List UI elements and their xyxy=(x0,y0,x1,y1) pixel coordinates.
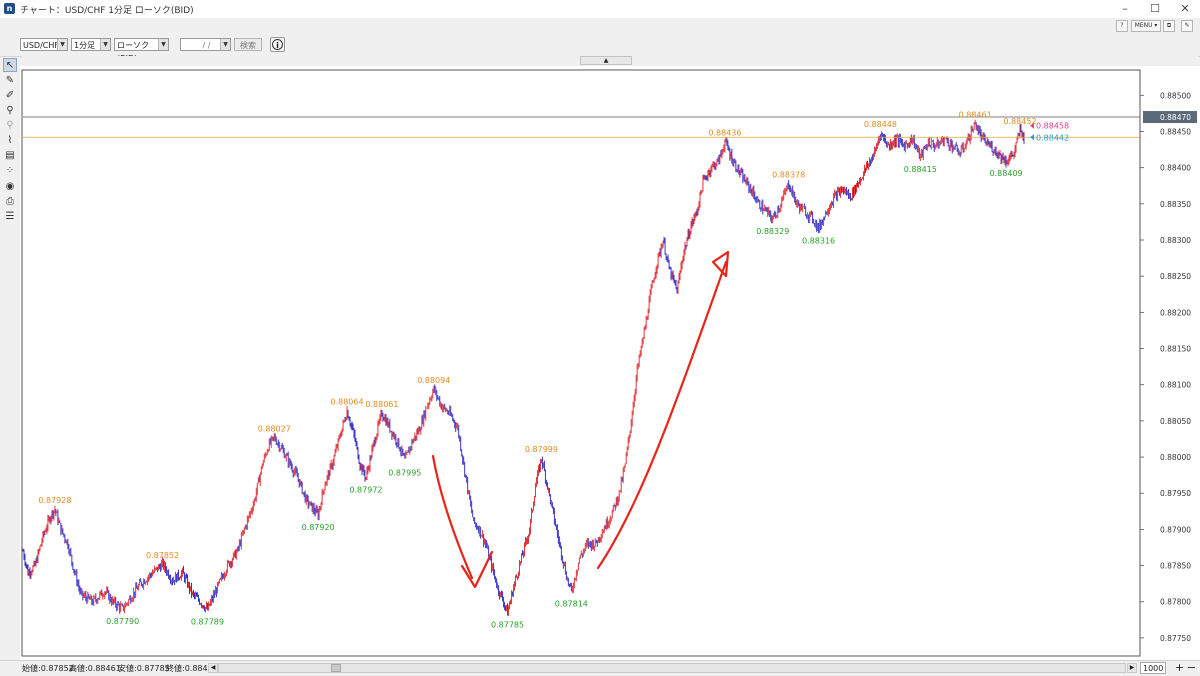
timeframe-select[interactable]: 1分足 ▼ xyxy=(71,38,111,51)
symbol-value: USD/CHF xyxy=(23,41,59,50)
high-label: 0.88094 xyxy=(417,376,450,385)
y-tick-label: 0.87800 xyxy=(1160,598,1191,607)
bid-price-label: 0.88442 xyxy=(1036,133,1069,142)
zoom-in-icon[interactable]: ⚲ xyxy=(3,104,17,118)
high-value: 高値:0.88461 xyxy=(69,664,121,673)
chevron-down-icon: ▼ xyxy=(220,39,230,50)
y-tick-label: 0.88100 xyxy=(1160,381,1191,390)
list-icon[interactable]: ☰ xyxy=(3,210,17,224)
search-button[interactable]: 検索 xyxy=(234,38,262,51)
y-tick-label: 0.87750 xyxy=(1160,634,1191,643)
y-tick-label: 0.87900 xyxy=(1160,525,1191,534)
y-tick-label: 0.88000 xyxy=(1160,453,1191,462)
high-label: 0.88448 xyxy=(864,120,897,129)
zoom-out-icon[interactable]: ⚲ xyxy=(3,119,17,133)
compare-icon[interactable]: ▤ xyxy=(3,149,17,163)
current-price-label: 0.88470 xyxy=(1160,113,1191,122)
y-tick-label: 0.87850 xyxy=(1160,562,1191,571)
menu-button[interactable]: MENU ▾ xyxy=(1131,20,1161,32)
low-label: 0.88329 xyxy=(756,227,789,236)
low-label: 0.87789 xyxy=(191,618,224,627)
help-button[interactable]: ? xyxy=(1116,20,1128,32)
high-label: 0.88461 xyxy=(959,111,992,120)
print-icon[interactable]: ⎙ xyxy=(3,195,17,209)
date-input[interactable]: / / ▼ xyxy=(180,38,231,51)
draw-tool-icon[interactable]: ✐ xyxy=(3,89,17,103)
zoom-in-button[interactable]: + xyxy=(1174,662,1185,674)
y-tick-label: 0.88050 xyxy=(1160,417,1191,426)
low-label: 0.87814 xyxy=(555,600,588,609)
price-chart[interactable]: 0.88458 0.88442 0.87928 0.87790 0.87852 0.87… xyxy=(20,66,1200,660)
chart-toolbar: USD/CHF ▼ 1分足 ▼ ローソク(BID) ▼ / / ▼ 検索 i xyxy=(0,34,1200,63)
high-label: 0.88064 xyxy=(330,398,363,407)
y-tick-label: 0.88300 xyxy=(1160,236,1191,245)
drawing-toolbar: ↖ ✎ ✐ ⚲ ⚲ ⌇ ▤ ⁘ ◉ ⎙ ☰ xyxy=(2,56,18,656)
chevron-down-icon: ▼ xyxy=(158,39,168,50)
low-label: 0.87790 xyxy=(106,617,139,626)
chevron-down-icon: ▼ xyxy=(57,39,67,50)
zoom-out-button[interactable]: − xyxy=(1186,662,1197,674)
app-logo-icon: n xyxy=(4,3,15,14)
scroll-thumb[interactable] xyxy=(331,664,341,672)
low-label: 0.88409 xyxy=(990,169,1023,178)
info-icon: i xyxy=(272,39,283,50)
view-icon[interactable]: ◉ xyxy=(3,180,17,194)
panel-collapse-bar: ▲ xyxy=(22,56,1198,65)
y-tick-label: 0.88350 xyxy=(1160,200,1191,209)
low-label: 0.87920 xyxy=(302,523,335,532)
indicator-icon[interactable]: ⌇ xyxy=(3,134,17,148)
high-label: 0.88436 xyxy=(708,129,741,138)
y-tick-label: 0.88150 xyxy=(1160,345,1191,354)
timeframe-value: 1分足 xyxy=(74,41,96,50)
scroll-left-icon[interactable]: ◀ xyxy=(208,663,218,673)
y-tick-label: 0.88250 xyxy=(1160,272,1191,281)
maximize-button[interactable]: ☐ xyxy=(1140,1,1170,17)
low-label: 0.87995 xyxy=(388,469,421,478)
low-value: 安値:0.87785 xyxy=(118,664,170,673)
title-bar: n チャート：USD/CHF 1分足 ローソク(BID) – ☐ ✕ xyxy=(0,0,1200,18)
low-label: 0.88415 xyxy=(904,165,937,174)
secondary-toolbar: ? MENU ▾ ⧉ ✎ xyxy=(0,18,1200,32)
collapse-up-icon[interactable]: ▲ xyxy=(580,56,632,65)
status-bar: 始値:0.87852 高値:0.88461 安値:0.87785 終値:0.88… xyxy=(0,660,1200,676)
high-label: 0.88061 xyxy=(365,400,398,409)
info-button[interactable]: i xyxy=(270,37,285,52)
plot-frame xyxy=(21,69,1141,657)
chart-area[interactable]: 0.88458 0.88442 0.87928 0.87790 0.87852 0.87… xyxy=(20,66,1200,660)
symbol-select[interactable]: USD/CHF ▼ xyxy=(20,38,68,51)
window-title: チャート：USD/CHF 1分足 ローソク(BID) xyxy=(20,6,194,16)
y-tick-label: 0.87950 xyxy=(1160,489,1191,498)
ask-price-label: 0.88458 xyxy=(1036,122,1069,131)
pen-tool-icon[interactable]: ✎ xyxy=(3,74,17,88)
close-button[interactable]: ✕ xyxy=(1170,1,1200,17)
time-scrollbar[interactable] xyxy=(218,663,1126,673)
y-tick-label: 0.88500 xyxy=(1160,91,1191,100)
chevron-down-icon: ▼ xyxy=(100,39,110,50)
detach-button[interactable]: ⧉ xyxy=(1163,20,1175,32)
high-label: 0.87999 xyxy=(525,445,558,454)
low-label: 0.87972 xyxy=(349,485,382,494)
minimize-button[interactable]: – xyxy=(1110,1,1140,17)
objects-icon[interactable]: ⁘ xyxy=(3,164,17,178)
cursor-tool-icon[interactable]: ↖ xyxy=(3,58,17,72)
y-tick-label: 0.88200 xyxy=(1160,308,1191,317)
edit-button[interactable]: ✎ xyxy=(1181,20,1193,32)
date-value: / / xyxy=(202,41,211,50)
bar-count-field[interactable]: 1000 xyxy=(1140,662,1166,674)
high-label: 0.87928 xyxy=(38,496,71,505)
low-label: 0.88316 xyxy=(802,236,835,245)
chart-type-select[interactable]: ローソク(BID) ▼ xyxy=(114,38,169,63)
y-tick-label: 0.88400 xyxy=(1160,164,1191,173)
high-label: 0.87852 xyxy=(146,551,179,560)
low-label: 0.87785 xyxy=(491,621,524,630)
high-label: 0.88027 xyxy=(258,425,291,434)
high-label: 0.88378 xyxy=(772,171,805,180)
y-axis-group: 0.88500 0.88450 0.88400 0.88350 0.88300 0.882… xyxy=(1139,70,1197,656)
scroll-right-icon[interactable]: ▶ xyxy=(1127,663,1137,673)
y-tick-label: 0.88450 xyxy=(1160,127,1191,136)
high-label: 0.88452 xyxy=(1003,117,1036,126)
open-value: 始値:0.87852 xyxy=(22,664,74,673)
